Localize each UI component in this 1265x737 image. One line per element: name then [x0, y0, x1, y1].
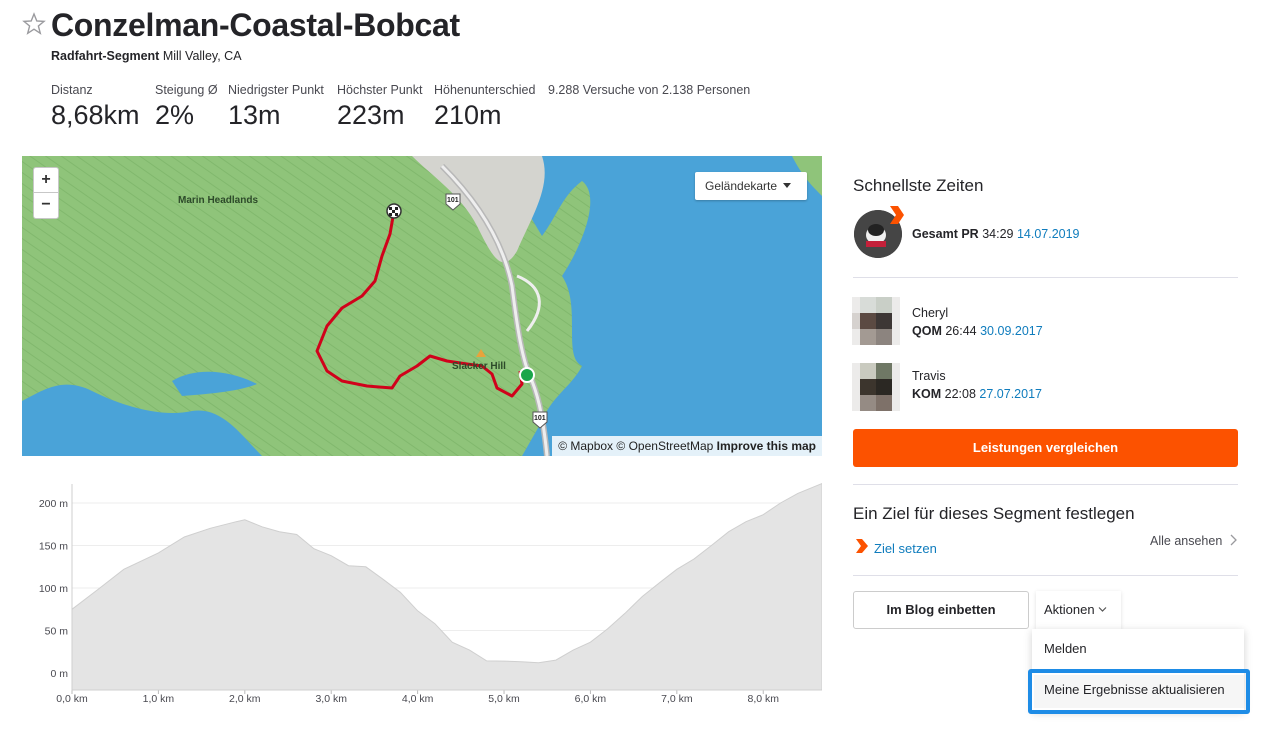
stat-grade: Steigung Ø 2% [155, 83, 218, 131]
qom-label: QOM [912, 324, 942, 338]
kom-row: KOM 22:08 27.07.2017 [912, 387, 1042, 401]
attribution-osm[interactable]: © OpenStreetMap [616, 439, 713, 453]
pixelated-avatar-image [852, 363, 900, 411]
x-tick-label: 6,0 km [575, 693, 607, 705]
stat-label: Höhenunterschied [434, 83, 536, 97]
highway-shield-label: 101 [447, 197, 459, 204]
segment-subtitle: Radfahrt-Segment Mill Valley, CA [51, 49, 242, 63]
start-marker[interactable] [519, 367, 535, 383]
y-tick-label: 150 m [39, 541, 68, 553]
chevron-down-icon [1098, 607, 1107, 612]
stat-value: 210m [434, 100, 502, 130]
qom-name[interactable]: Cheryl [912, 306, 948, 320]
set-goal-link[interactable]: Ziel setzen [874, 541, 937, 556]
x-tick-label: 3,0 km [315, 693, 347, 705]
chevron-right-icon [1230, 534, 1237, 546]
kom-label: KOM [912, 387, 942, 401]
stat-value: 8,68km [51, 100, 140, 130]
segment-map[interactable]: Marin Headlands Slacker Hill 101 101 + −… [22, 156, 822, 456]
map-attribution: © Mapbox © OpenStreetMap Improve this ma… [552, 436, 822, 456]
map-type-select[interactable]: Geländekarte [695, 172, 807, 200]
elevation-profile-area [71, 482, 822, 691]
stat-distance: Distanz 8,68km [51, 83, 140, 131]
map-label-marin-headlands: Marin Headlands [178, 195, 259, 206]
divider [853, 484, 1238, 485]
stat-attempts: 9.288 Versuche von 2.138 Personen [548, 83, 750, 97]
caret-down-icon [783, 183, 792, 188]
stat-elevation-difference: Höhenunterschied 210m [434, 83, 535, 131]
actions-label: Aktionen [1044, 602, 1095, 617]
attribution-mapbox[interactable]: © Mapbox [558, 439, 613, 453]
map-label-slacker-hill: Slacker Hill [452, 361, 506, 372]
stat-lowest-point: Niedrigster Punkt 13m [228, 83, 324, 131]
y-tick-label: 200 m [39, 498, 68, 510]
embed-in-blog-button[interactable]: Im Blog einbetten [853, 591, 1029, 629]
x-tick-label: 5,0 km [488, 693, 520, 705]
map-zoom-in-button[interactable]: + [33, 167, 59, 193]
see-all-link[interactable]: Alle ansehen [1150, 534, 1238, 548]
kom-time: 22:08 [944, 387, 976, 401]
x-tick-label: 4,0 km [402, 693, 434, 705]
qom-time: 26:44 [945, 324, 977, 338]
x-tick-label: 8,0 km [747, 693, 779, 705]
qom-date-link[interactable]: 30.09.2017 [980, 324, 1043, 338]
compare-performance-button[interactable]: Leistungen vergleichen [853, 429, 1238, 467]
stat-value: 2% [155, 100, 195, 130]
map-zoom-out-button[interactable]: − [33, 193, 59, 219]
pixelated-avatar-image [852, 297, 900, 345]
improve-map-link[interactable]: Improve this map [717, 439, 816, 453]
see-all-label: Alle ansehen [1150, 534, 1223, 548]
stat-label: Höchster Punkt [337, 83, 423, 97]
stat-value: 13m [228, 100, 281, 130]
fastest-times-title: Schnellste Zeiten [853, 176, 984, 195]
actions-dropdown-button[interactable]: Aktionen [1036, 591, 1121, 629]
stat-label: Distanz [51, 83, 93, 97]
menu-item-refresh-results[interactable]: Meine Ergebnisse aktualisieren [1044, 682, 1225, 697]
divider [853, 277, 1238, 278]
segment-location: Mill Valley, CA [162, 49, 242, 63]
stat-label: Niedrigster Punkt [228, 83, 324, 97]
highway-shield-label: 101 [534, 415, 546, 422]
y-tick-label: 0 m [50, 668, 68, 680]
stat-label: Steigung Ø [155, 83, 218, 97]
elevation-chart: 200 m 150 m 100 m 50 m 0 m 0,0 km 1,0 km 2,0 k… [39, 482, 822, 705]
divider [853, 575, 1238, 576]
y-tick-label: 50 m [45, 626, 69, 638]
menu-item-report[interactable]: Melden [1044, 641, 1087, 656]
pr-date-link[interactable]: 14.07.2019 [1017, 227, 1080, 241]
y-tick-label: 100 m [39, 583, 68, 595]
kom-avatar[interactable] [852, 363, 900, 411]
stat-value: 223m [337, 100, 405, 130]
x-tick-label: 1,0 km [143, 693, 175, 705]
goal-chevron-icon [856, 539, 868, 553]
x-tick-label: 0,0 km [56, 693, 88, 705]
qom-row: QOM 26:44 30.09.2017 [912, 324, 1043, 338]
pr-row: Gesamt PR 34:29 14.07.2019 [912, 227, 1080, 241]
kom-date-link[interactable]: 27.07.2017 [979, 387, 1042, 401]
segment-type: Radfahrt-Segment [51, 49, 160, 63]
x-tick-label: 7,0 km [661, 693, 693, 705]
set-goal-title: Ein Ziel für dieses Segment festlegen [853, 504, 1135, 523]
stat-label: 9.288 Versuche von 2.138 Personen [548, 83, 751, 97]
map-terrain [22, 156, 822, 456]
stat-highest-point: Höchster Punkt 223m [337, 83, 422, 131]
kom-name[interactable]: Travis [912, 369, 946, 383]
x-tick-label: 2,0 km [229, 693, 261, 705]
map-type-label: Geländekarte [705, 179, 778, 193]
segment-title: Conzelman-Coastal-Bobcat [51, 7, 460, 43]
qom-avatar[interactable] [852, 297, 900, 345]
pr-chevron-badge-icon [890, 206, 904, 224]
pr-time: 34:29 [982, 227, 1014, 241]
pr-label: Gesamt PR [912, 227, 979, 241]
star-icon[interactable] [22, 12, 46, 36]
